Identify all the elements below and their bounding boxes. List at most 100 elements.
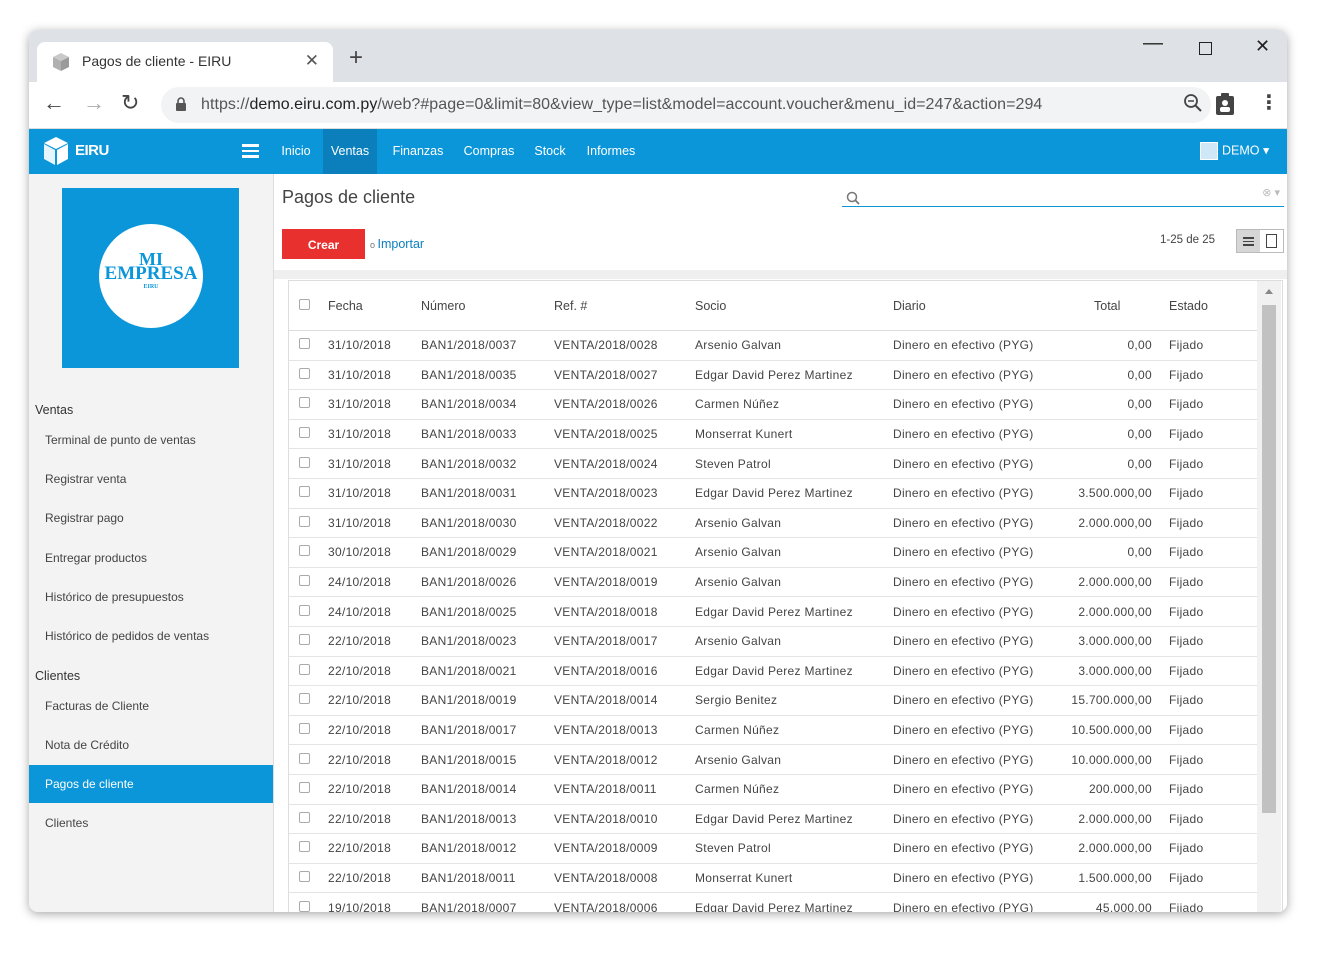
search-box[interactable]: ⊗ ▾ bbox=[842, 186, 1284, 207]
table-row[interactable]: 22/10/2018 BAN1/2018/0019 VENTA/2018/0014 S… bbox=[289, 685, 1257, 716]
browser-tab[interactable]: Pagos de cliente - EIRU ✕ bbox=[37, 42, 333, 82]
row-checkbox[interactable] bbox=[289, 626, 327, 657]
sidebar-item-historico-pedidos[interactable]: Histórico de pedidos de ventas bbox=[29, 617, 273, 655]
row-checkbox[interactable] bbox=[289, 715, 327, 746]
search-options-icon[interactable]: ⊗ ▾ bbox=[1262, 186, 1280, 199]
table-row[interactable]: 22/10/2018 BAN1/2018/0017 VENTA/2018/0013 C… bbox=[289, 715, 1257, 746]
table-row[interactable]: 31/10/2018 BAN1/2018/0030 VENTA/2018/0022 A… bbox=[289, 508, 1257, 539]
menu-stock[interactable]: Stock bbox=[529, 129, 571, 174]
table-cell: Arsenio Galvan bbox=[694, 330, 892, 361]
scrollbar[interactable] bbox=[1257, 281, 1281, 912]
row-checkbox[interactable] bbox=[289, 478, 327, 509]
table-row[interactable]: 31/10/2018 BAN1/2018/0035 VENTA/2018/0027 E… bbox=[289, 360, 1257, 391]
column-header[interactable]: Estado bbox=[1168, 281, 1257, 331]
row-checkbox[interactable] bbox=[289, 744, 327, 775]
window-close-icon[interactable]: ✕ bbox=[1255, 36, 1270, 57]
sidebar-item-terminal[interactable]: Terminal de punto de ventas bbox=[29, 421, 273, 459]
table-cell: VENTA/2018/0023 bbox=[553, 478, 694, 509]
column-header[interactable]: Total bbox=[1042, 281, 1168, 331]
reload-icon[interactable]: ↻ bbox=[121, 92, 139, 114]
table-cell: 3.000.000,00 bbox=[1042, 656, 1168, 687]
row-checkbox[interactable] bbox=[289, 419, 327, 450]
row-checkbox[interactable] bbox=[289, 863, 327, 894]
table-row[interactable]: 22/10/2018 BAN1/2018/0023 VENTA/2018/0017 A… bbox=[289, 626, 1257, 657]
table-row[interactable]: 22/10/2018 BAN1/2018/0014 VENTA/2018/0011 C… bbox=[289, 774, 1257, 805]
table-row[interactable]: 31/10/2018 BAN1/2018/0031 VENTA/2018/0023 E… bbox=[289, 478, 1257, 509]
table-cell: BAN1/2018/0012 bbox=[420, 833, 553, 864]
table-cell: Arsenio Galvan bbox=[694, 537, 892, 568]
app-logo-text[interactable]: EIRU bbox=[75, 142, 109, 159]
sidebar-item-historico-presupuestos[interactable]: Histórico de presupuestos bbox=[29, 578, 273, 616]
column-header[interactable]: Socio bbox=[694, 281, 892, 331]
row-checkbox[interactable] bbox=[289, 360, 327, 391]
row-checkbox[interactable] bbox=[289, 537, 327, 568]
table-row[interactable]: 19/10/2018 BAN1/2018/0007 VENTA/2018/0006 E… bbox=[289, 892, 1257, 912]
omnibox[interactable]: https://demo.eiru.com.py/web?#page=0&lim… bbox=[161, 87, 1211, 123]
create-button[interactable]: Crear bbox=[282, 229, 365, 259]
row-checkbox[interactable] bbox=[289, 656, 327, 687]
table-row[interactable]: 31/10/2018 BAN1/2018/0037 VENTA/2018/0028 A… bbox=[289, 330, 1257, 361]
sidebar-item-entregar-productos[interactable]: Entregar productos bbox=[29, 539, 273, 577]
table-row[interactable]: 22/10/2018 BAN1/2018/0011 VENTA/2018/0008 M… bbox=[289, 863, 1257, 894]
menu-finanzas[interactable]: Finanzas bbox=[388, 129, 448, 174]
list-view-icon[interactable] bbox=[1237, 230, 1260, 252]
sidebar-item-facturas[interactable]: Facturas de Cliente bbox=[29, 687, 273, 725]
table-row[interactable]: 22/10/2018 BAN1/2018/0015 VENTA/2018/0012 A… bbox=[289, 744, 1257, 775]
row-checkbox[interactable] bbox=[289, 330, 327, 361]
scroll-thumb[interactable] bbox=[1262, 305, 1276, 813]
table-row[interactable]: 22/10/2018 BAN1/2018/0012 VENTA/2018/0009 S… bbox=[289, 833, 1257, 864]
column-header[interactable]: Diario bbox=[892, 281, 1042, 331]
table-cell: 31/10/2018 bbox=[327, 419, 420, 450]
sidebar-item-registrar-venta[interactable]: Registrar venta bbox=[29, 460, 273, 498]
row-checkbox[interactable] bbox=[289, 596, 327, 627]
table-row[interactable]: 22/10/2018 BAN1/2018/0013 VENTA/2018/0010 E… bbox=[289, 804, 1257, 835]
column-header[interactable]: Fecha bbox=[327, 281, 420, 331]
hamburger-menu-icon[interactable] bbox=[242, 144, 259, 158]
new-tab-button[interactable]: + bbox=[349, 46, 363, 70]
menu-inicio[interactable]: Inicio bbox=[274, 129, 318, 174]
column-header[interactable]: Número bbox=[420, 281, 553, 331]
table-cell: Edgar David Perez Martinez bbox=[694, 656, 892, 687]
table-cell: 22/10/2018 bbox=[327, 863, 420, 894]
sidebar-item-nota-credito[interactable]: Nota de Crédito bbox=[29, 726, 273, 764]
table-row[interactable]: 30/10/2018 BAN1/2018/0029 VENTA/2018/0021 A… bbox=[289, 537, 1257, 568]
table-row[interactable]: 31/10/2018 BAN1/2018/0032 VENTA/2018/0024 S… bbox=[289, 448, 1257, 479]
table-row[interactable]: 24/10/2018 BAN1/2018/0026 VENTA/2018/0019 A… bbox=[289, 567, 1257, 598]
zoom-icon[interactable] bbox=[1183, 93, 1203, 113]
search-input[interactable] bbox=[866, 189, 1250, 207]
maximize-icon[interactable] bbox=[1199, 42, 1212, 55]
scroll-up-arrow-icon[interactable] bbox=[1265, 289, 1273, 294]
menu-ventas[interactable]: Ventas bbox=[323, 129, 377, 174]
row-checkbox[interactable] bbox=[289, 685, 327, 716]
menu-compras[interactable]: Compras bbox=[459, 129, 519, 174]
select-all-checkbox[interactable] bbox=[289, 281, 327, 331]
tab-close-icon[interactable]: ✕ bbox=[305, 51, 319, 71]
row-checkbox[interactable] bbox=[289, 448, 327, 479]
row-checkbox[interactable] bbox=[289, 892, 327, 912]
column-header[interactable]: Ref. # bbox=[553, 281, 694, 331]
import-link[interactable]: o Importar bbox=[370, 237, 424, 251]
table-row[interactable]: 31/10/2018 BAN1/2018/0033 VENTA/2018/0025 M… bbox=[289, 419, 1257, 450]
table-row[interactable]: 22/10/2018 BAN1/2018/0021 VENTA/2018/0016 E… bbox=[289, 656, 1257, 687]
minimize-icon[interactable]: — bbox=[1143, 32, 1163, 55]
form-view-icon[interactable] bbox=[1266, 234, 1277, 248]
back-arrow-icon[interactable]: ← bbox=[43, 92, 65, 114]
row-checkbox[interactable] bbox=[289, 508, 327, 539]
table-row[interactable]: 24/10/2018 BAN1/2018/0025 VENTA/2018/0018 E… bbox=[289, 596, 1257, 627]
table-row[interactable]: 31/10/2018 BAN1/2018/0034 VENTA/2018/0026 C… bbox=[289, 389, 1257, 420]
sidebar-item-clientes[interactable]: Clientes bbox=[29, 804, 273, 842]
row-checkbox[interactable] bbox=[289, 567, 327, 598]
row-checkbox[interactable] bbox=[289, 774, 327, 805]
sidebar-item-registrar-pago[interactable]: Registrar pago bbox=[29, 499, 273, 537]
menu-informes[interactable]: Informes bbox=[580, 129, 642, 174]
app-navbar: EIRU Inicio Ventas Finanzas Compras Stoc… bbox=[29, 129, 1287, 174]
clipboard-icon[interactable] bbox=[1215, 92, 1235, 116]
row-checkbox[interactable] bbox=[289, 389, 327, 420]
browser-menu-icon[interactable]: ⋮ bbox=[1259, 92, 1279, 114]
row-checkbox[interactable] bbox=[289, 833, 327, 864]
sidebar-item-pagos-cliente[interactable]: Pagos de cliente bbox=[29, 765, 273, 803]
forward-arrow-icon[interactable]: → bbox=[83, 92, 105, 114]
user-menu[interactable]: DEMO ▾ bbox=[1200, 142, 1269, 160]
row-checkbox[interactable] bbox=[289, 804, 327, 835]
table-cell: 0,00 bbox=[1042, 419, 1168, 450]
